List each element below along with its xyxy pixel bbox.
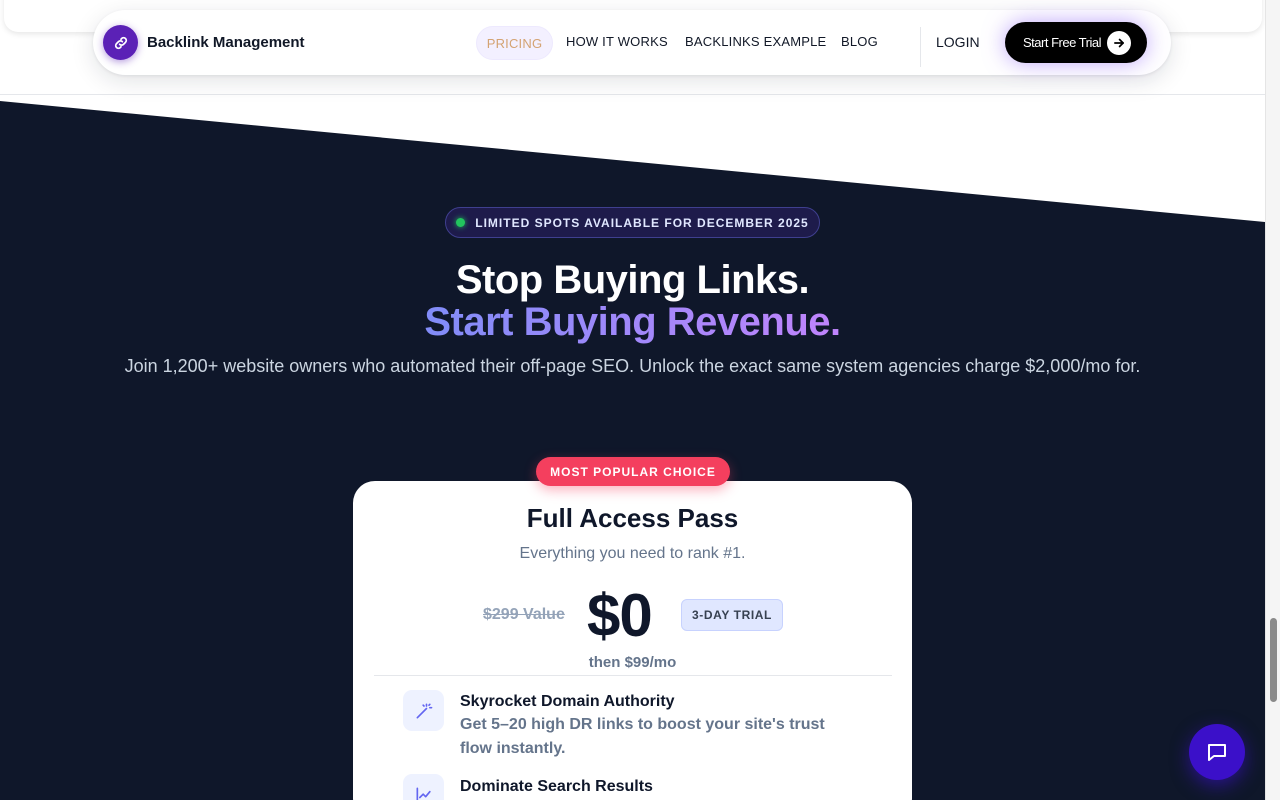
brand-name[interactable]: Backlink Management [147,34,305,51]
hero-title-line2: Start Buying Revenue. [0,300,1265,345]
availability-badge-text: LIMITED SPOTS AVAILABLE FOR DECEMBER 202… [475,215,809,230]
status-dot-icon [456,218,466,227]
feature-title: Dominate Search Results [460,778,653,795]
card-divider [374,675,892,676]
availability-badge: LIMITED SPOTS AVAILABLE FOR DECEMBER 202… [445,207,820,238]
original-price: $299 Value [483,606,565,623]
pricing-card: Full Access Pass Everything you need to … [353,481,912,800]
feature-description: Get 5–20 high DR links to boost your sit… [460,716,825,757]
plan-name: Full Access Pass [526,503,739,533]
arrow-right-icon [1107,31,1131,55]
hero-title-line1: Stop Buying Links. [455,258,810,302]
start-free-trial-label: Start Free Trial [1023,35,1101,50]
plan-tagline: Everything you need to rank #1. [519,545,746,562]
nav-link-how-it-works[interactable]: HOW IT WORKS [566,34,668,49]
start-free-trial-button[interactable]: Start Free Trial [1005,22,1147,63]
nav-divider [920,27,921,67]
nav-link-backlinks-example[interactable]: BACKLINKS EXAMPLE [685,34,826,49]
nav-link-blog[interactable]: BLOG [841,34,878,49]
renewal-price: then $99/mo [588,654,677,671]
most-popular-ribbon: MOST POPULAR CHOICE [536,457,730,486]
top-navbar: Backlink Management PRICING HOW IT WORKS… [93,10,1171,75]
login-link[interactable]: LOGIN [936,34,980,50]
chat-button[interactable] [1189,724,1245,780]
feature-title: Skyrocket Domain Authority [460,693,675,710]
current-price: $0 [587,582,653,649]
nav-link-pricing[interactable]: PRICING [476,26,553,60]
chat-bubble-icon [1208,744,1226,761]
magic-wand-icon [403,690,444,731]
trial-badge: 3-DAY TRIAL [681,599,783,631]
scrollbar-thumb[interactable] [1270,618,1277,702]
hero-subtitle: Join 1,200+ website owners who automated… [124,356,1141,376]
trend-chart-icon [403,774,444,800]
logo-link-icon[interactable] [103,25,138,60]
page-scrollbar[interactable] [1265,0,1280,800]
hero-title-gradient: Start Buying Revenue. [424,300,841,344]
